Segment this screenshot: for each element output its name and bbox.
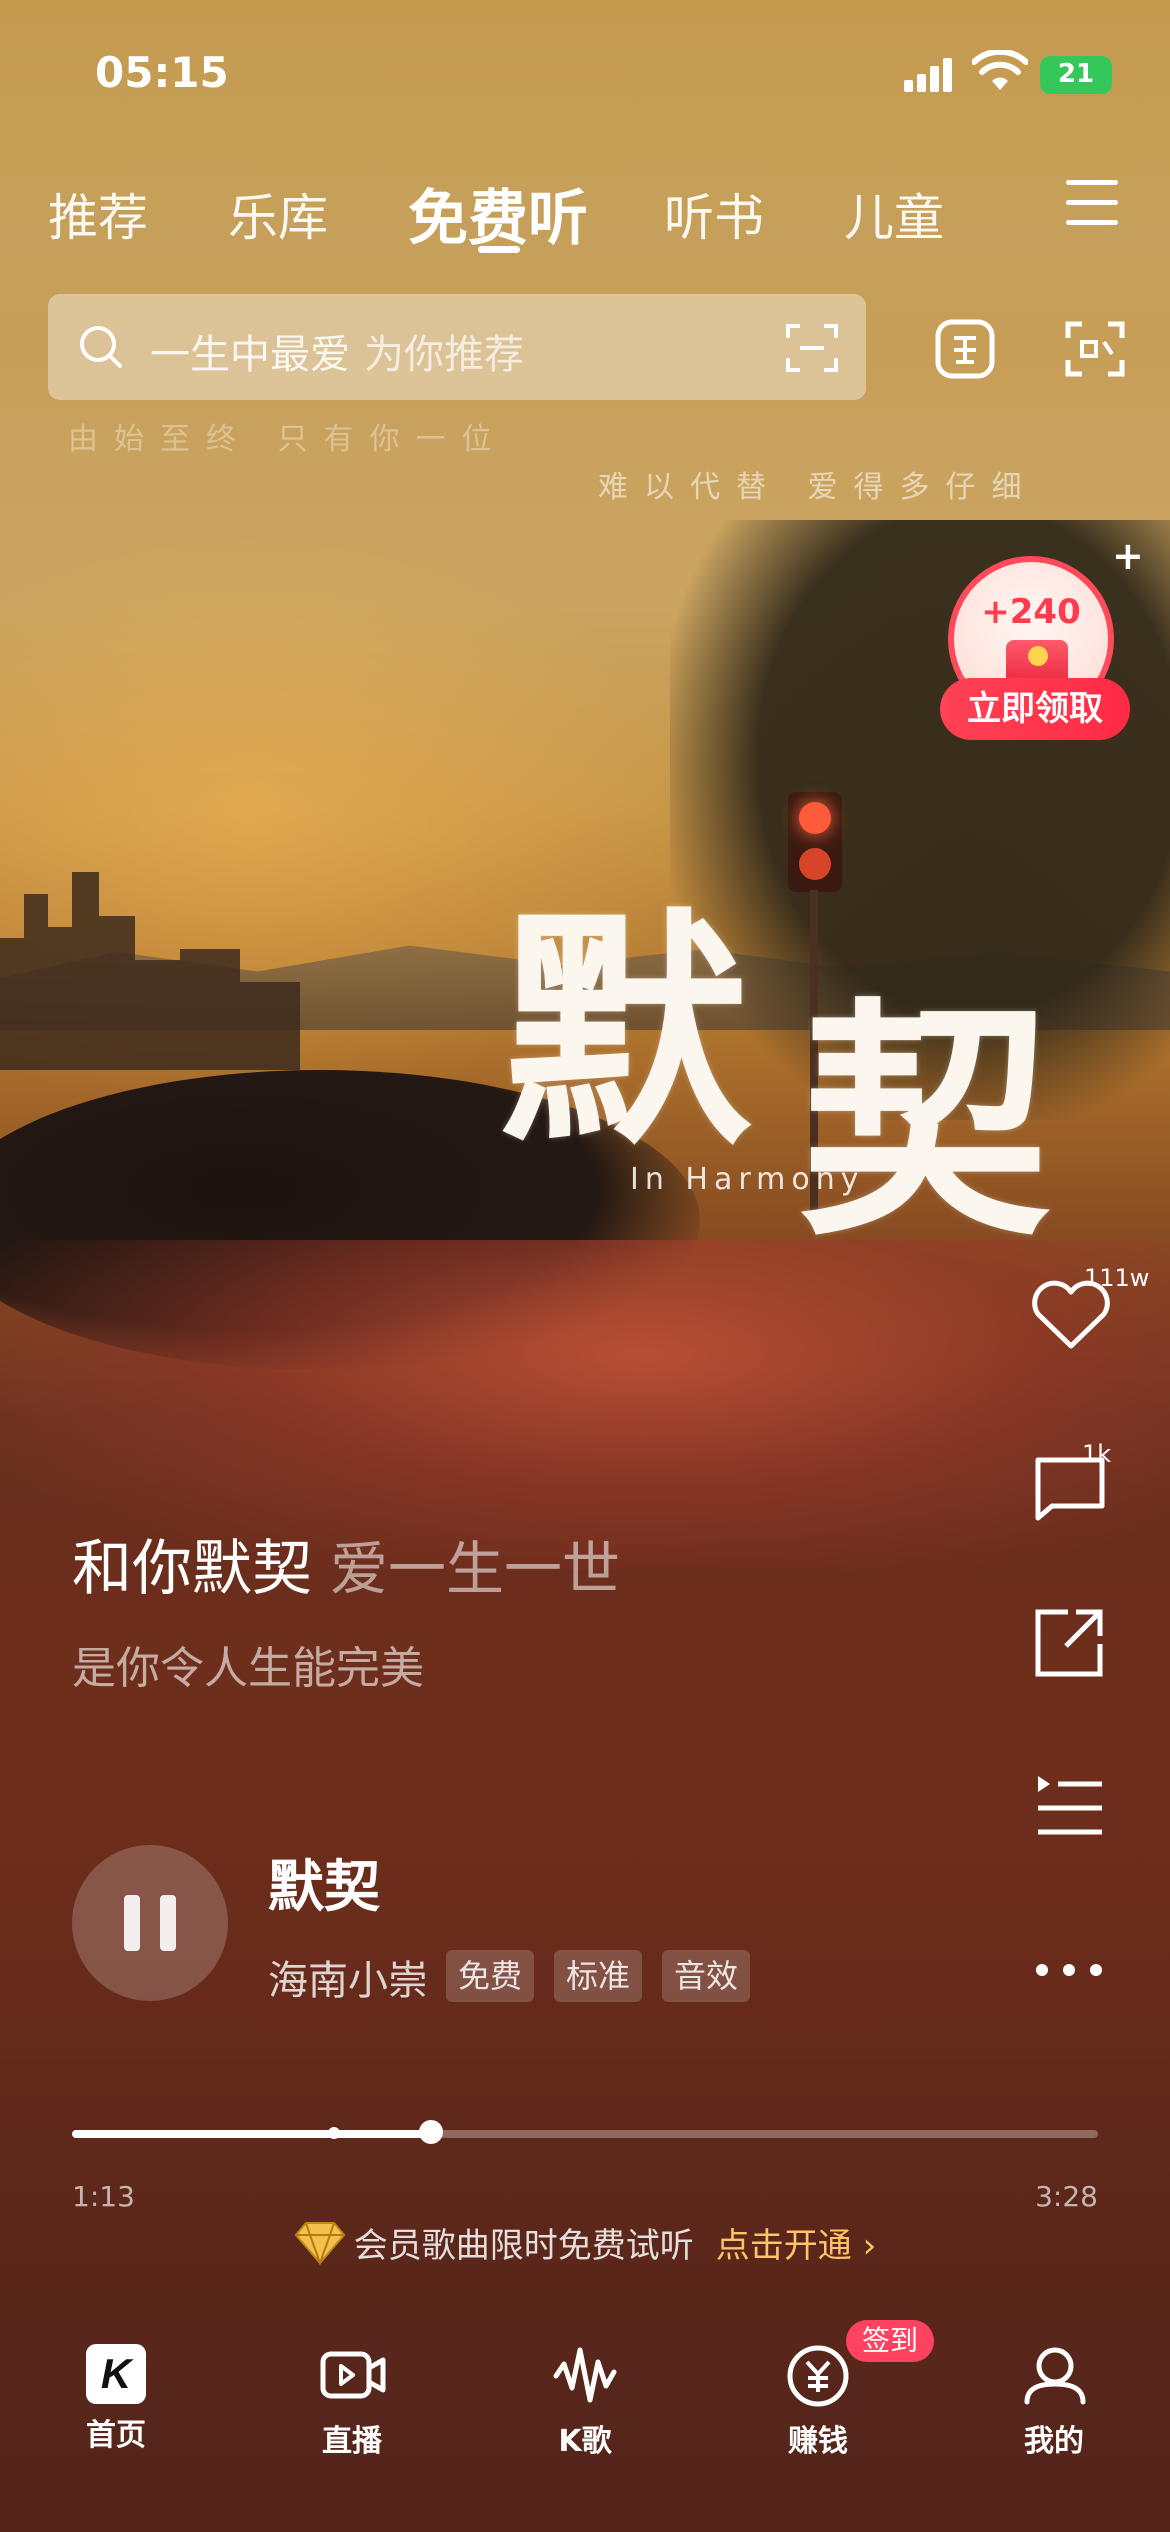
playlist-icon (1038, 1776, 1102, 1835)
nav-label-live: 直播 (322, 2424, 382, 2459)
search-bar[interactable]: 一生中最爱 为你推荐 (48, 294, 866, 400)
nav-label-karaoke: K歌 (558, 2424, 612, 2459)
lyric-next: 爱一生一世 (330, 1535, 621, 1603)
status-bar: 05:15 21 (0, 0, 1170, 150)
pause-icon-bar-right (160, 1895, 176, 1951)
home-k-glyph: K (100, 2350, 132, 2397)
more-options-icon[interactable] (1036, 1964, 1102, 1976)
karaoke-icon (553, 2347, 617, 2403)
lyric-current: 和你默契 (72, 1534, 312, 1604)
nav-label-profile: 我的 (1024, 2424, 1084, 2459)
nav-live[interactable]: 直播 (272, 2340, 432, 2460)
time-current: 1:13 (72, 2180, 135, 2213)
vip-activate-link[interactable]: 点击开通 › (716, 2226, 876, 2266)
status-time: 05:15 (95, 48, 229, 97)
pause-button[interactable] (72, 1845, 228, 2001)
top-tabs: 推荐 乐库 免费听 听书 儿童 (0, 160, 1170, 260)
playlist-button[interactable] (1020, 1770, 1120, 1870)
tag-sound-effect[interactable]: 音效 (662, 1950, 751, 2002)
live-icon (320, 2351, 386, 2399)
earn-coin-icon (787, 2345, 849, 2407)
share-icon (1035, 1609, 1103, 1677)
song-title[interactable]: 默契 (268, 1842, 380, 1923)
nav-karaoke[interactable]: K歌 (505, 2340, 665, 2460)
vip-trial-banner[interactable]: 会员歌曲限时免费试听 点击开通 › (0, 2218, 1170, 2278)
nav-home[interactable]: K 首页 (36, 2340, 196, 2454)
search-icon (80, 326, 122, 368)
tab-library[interactable]: 乐库 (228, 178, 328, 250)
tab-kids[interactable]: 儿童 (844, 178, 944, 250)
nav-label-home: 首页 (86, 2418, 146, 2453)
artwork-lyric-right: 难以代替 爱得多仔细 (598, 470, 1038, 505)
trial-start-marker (327, 2127, 340, 2139)
menu-icon[interactable] (1066, 180, 1118, 226)
nav-profile[interactable]: 我的 (974, 2340, 1134, 2460)
tab-audiobooks[interactable]: 听书 (664, 178, 764, 250)
tag-free: 免费 (446, 1950, 535, 2002)
artwork-lyric-left: 由始至终 只有你一位 (68, 422, 508, 457)
artwork-title-char-1: 默 (500, 885, 750, 1179)
tab-free-listen[interactable]: 免费听 (408, 170, 588, 257)
recognize-song-icon[interactable] (1064, 318, 1126, 380)
reward-amount: +240 (981, 592, 1081, 632)
artwork-subtitle: In Harmony (630, 1162, 865, 1197)
nav-label-earn: 赚钱 (788, 2424, 848, 2459)
artist-name[interactable]: 海南小崇 (268, 1948, 428, 2006)
progress-played (72, 2130, 432, 2138)
progress-bar[interactable] (72, 2120, 1098, 2144)
active-tab-indicator (478, 246, 520, 253)
comment-count: 1k (1082, 1440, 1112, 1468)
reward-badge[interactable]: + +240 立即领取 (940, 534, 1144, 750)
claim-reward-button[interactable]: 立即领取 (940, 678, 1130, 740)
profile-icon (1024, 2347, 1086, 2405)
like-count: 111w (1084, 1264, 1150, 1292)
check-in-badge[interactable]: 签到 (846, 2320, 935, 2362)
search-placeholder-text: 一生中最爱 (150, 332, 350, 378)
share-button[interactable] (1020, 1600, 1120, 1700)
time-total: 3:28 (1035, 2180, 1098, 2213)
wifi-icon (972, 50, 1028, 90)
battery-icon: 21 (1040, 56, 1112, 94)
tag-quality[interactable]: 标准 (554, 1950, 643, 2002)
progress-knob[interactable] (419, 2120, 444, 2144)
scan-icon[interactable] (786, 322, 838, 374)
vip-diamond-icon (294, 2221, 346, 2265)
like-button[interactable]: 111w (1020, 1264, 1149, 1370)
free-mode-icon[interactable] (934, 318, 996, 380)
search-hint: 为你推荐 (364, 332, 524, 378)
tab-recommend[interactable]: 推荐 (48, 178, 148, 250)
pause-icon-bar-left (124, 1895, 140, 1951)
comment-button[interactable]: 1k (1020, 1440, 1120, 1540)
search-placeholder: 一生中最爱 为你推荐 (150, 322, 524, 380)
reward-plus-icon: + (1112, 534, 1144, 578)
bottom-nav: K 首页 直播 K歌 赚钱 我的 (0, 2320, 1170, 2532)
lyric-following: 是你令人生能完美 (72, 1643, 424, 1694)
cellular-signal-icon (904, 58, 952, 92)
current-lyric-line: 和你默契 爱一生一世 (72, 1520, 620, 1607)
vip-message: 会员歌曲限时免费试听 (353, 2226, 694, 2266)
artwork-title-char-2: 契 (800, 975, 1050, 1269)
battery-level: 21 (1057, 59, 1095, 89)
home-k-icon: K (86, 2344, 146, 2404)
